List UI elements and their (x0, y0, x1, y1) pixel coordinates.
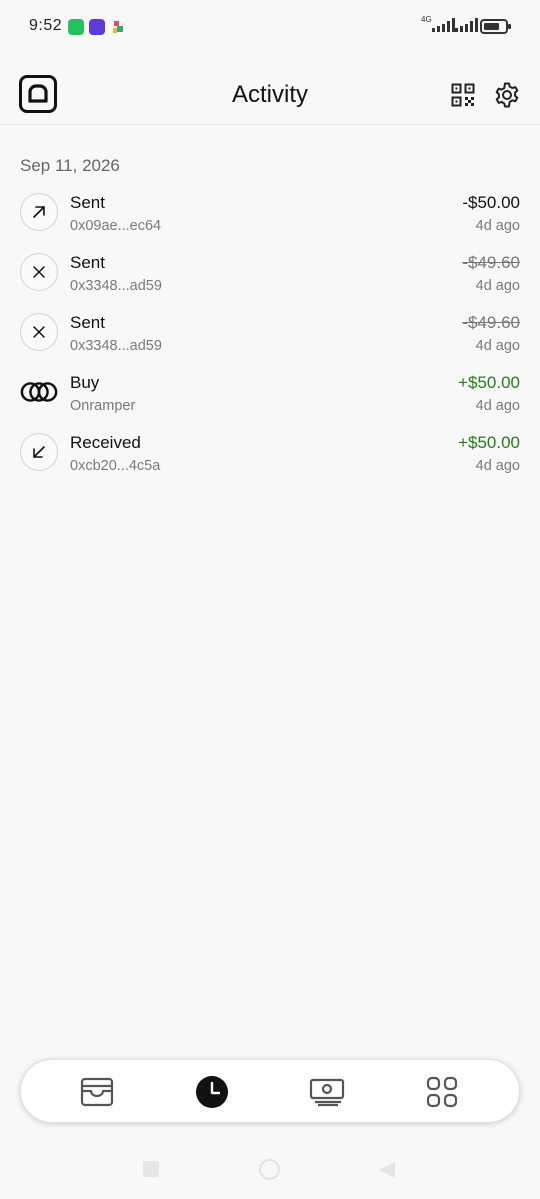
item-amount: +$50.00 (458, 433, 520, 452)
item-time: 4d ago (475, 398, 520, 414)
item-address: 0x3348...ad59 (70, 338, 162, 354)
wallet-icon[interactable] (79, 1074, 115, 1110)
activity-item-sent[interactable]: Sent 0x09ae...ec64 -$50.00 4d ago (0, 185, 540, 245)
item-title: Sent (70, 313, 105, 332)
activity-list: Sent 0x09ae...ec64 -$50.00 4d ago Sent 0… (0, 185, 540, 485)
arrow-down-left-icon (20, 433, 58, 471)
item-address: 0x3348...ad59 (70, 278, 162, 294)
activity-screen: 9:52 4G Activity Sep 11, 2026 Sent 0x09a… (0, 0, 540, 1199)
app-header: Activity (0, 70, 540, 125)
activity-item-received[interactable]: Received 0xcb20...4c5a +$50.00 4d ago (0, 425, 540, 485)
close-icon (20, 313, 58, 351)
apps-grid-icon[interactable] (424, 1074, 460, 1110)
activity-item-buy[interactable]: Buy Onramper +$50.00 4d ago (0, 365, 540, 425)
app-notification-icon (89, 19, 105, 35)
item-title: Sent (70, 253, 105, 272)
item-time: 4d ago (475, 278, 520, 294)
system-navigation-bar (0, 1140, 540, 1199)
qr-code-icon[interactable] (451, 83, 475, 107)
item-time: 4d ago (475, 338, 520, 354)
onramper-logo-icon (20, 373, 58, 411)
home-button[interactable] (259, 1159, 280, 1180)
whatsapp-notification-icon (68, 19, 84, 35)
cash-icon[interactable] (309, 1074, 345, 1110)
status-time: 9:52 (29, 17, 63, 34)
item-address: 0x09ae...ec64 (70, 218, 162, 234)
item-title: Received (70, 433, 141, 452)
date-group-header: Sep 11, 2026 (20, 156, 120, 175)
item-time: 4d ago (475, 458, 520, 474)
activity-item-sent-failed[interactable]: Sent 0x3348...ad59 -$49.60 4d ago (0, 305, 540, 365)
item-title: Sent (70, 193, 105, 212)
item-time: 4d ago (475, 218, 520, 234)
gear-icon[interactable] (493, 81, 521, 109)
item-amount: -$49.60 (462, 313, 520, 332)
close-icon (20, 253, 58, 291)
arrow-up-right-icon (20, 193, 58, 231)
item-amount: -$50.00 (462, 193, 520, 212)
item-address: 0xcb20...4c5a (70, 458, 161, 474)
battery-icon (480, 19, 511, 34)
signal-strength-icon (432, 18, 455, 32)
clock-icon[interactable] (194, 1074, 230, 1110)
item-amount: +$50.00 (458, 373, 520, 392)
signal-strength-2-icon (455, 18, 478, 32)
network-type: 4G (421, 15, 432, 24)
recent-apps-button[interactable] (143, 1161, 159, 1177)
activity-item-sent-failed[interactable]: Sent 0x3348...ad59 -$49.60 4d ago (0, 245, 540, 305)
item-amount: -$49.60 (462, 253, 520, 272)
bottom-navigation (20, 1059, 520, 1123)
back-button[interactable] (378, 1161, 396, 1179)
status-bar: 9:52 4G (0, 0, 540, 54)
item-title: Buy (70, 373, 100, 392)
item-provider: Onramper (70, 398, 136, 414)
game-notification-icon (111, 19, 125, 35)
